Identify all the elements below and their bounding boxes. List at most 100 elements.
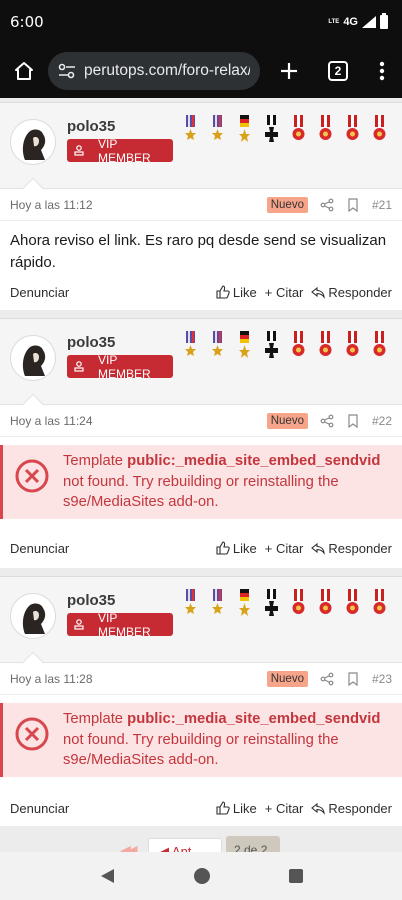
avatar-image (22, 129, 46, 160)
like-button[interactable]: Like (216, 541, 257, 556)
share-icon[interactable] (320, 672, 334, 686)
reply-button[interactable]: Responder (311, 801, 392, 816)
like-label: Like (232, 540, 257, 556)
post-date[interactable]: Hoy a las 11:28 (10, 672, 267, 686)
red-cross-medal-icon[interactable] (345, 331, 360, 361)
avatar[interactable] (10, 119, 56, 165)
thread-content: polo35 VIP MEMBER Hoy a las 11:12 Nuevo … (0, 98, 402, 852)
username[interactable]: polo35 (67, 592, 115, 609)
new-tab-button[interactable] (264, 44, 314, 98)
error-prefix: Template (63, 711, 128, 727)
user-badge-icon (74, 619, 84, 630)
error-suffix: not found. Try rebuilding or reinstallin… (63, 473, 339, 511)
address-bar[interactable]: perutops.com/foro-relax/thr (48, 52, 260, 90)
purple-ribbon-medal-icon[interactable] (210, 115, 225, 145)
reply-button[interactable]: Responder (311, 541, 392, 556)
quote-button[interactable]: + Citar (265, 801, 304, 816)
post-date[interactable]: Hoy a las 11:24 (10, 414, 267, 428)
back-icon[interactable] (98, 867, 116, 885)
avatar[interactable] (10, 593, 56, 639)
new-badge: Nuevo (266, 670, 308, 687)
red-cross-medal-icon[interactable] (291, 115, 306, 145)
post-number[interactable]: #23 (372, 672, 392, 686)
url-text: perutops.com/foro-relax/thr (84, 62, 250, 79)
error-message: Template public:_media_site_embed_sendvi… (63, 451, 394, 513)
red-cross-medal-icon[interactable] (291, 589, 306, 619)
home-circle-icon[interactable] (193, 867, 211, 885)
iron-cross-medal-icon[interactable] (264, 589, 279, 619)
red-cross-medal-icon[interactable] (318, 331, 333, 361)
bookmark-icon[interactable] (346, 413, 360, 428)
tab-switcher-button[interactable]: 2 (314, 44, 362, 98)
medal-list (183, 589, 387, 619)
vip-badge: VIP MEMBER (67, 611, 173, 639)
avatar-image (22, 345, 46, 376)
german-flag-medal-icon[interactable] (237, 115, 252, 145)
avatar-image (22, 603, 46, 634)
share-icon[interactable] (320, 414, 334, 428)
iron-cross-medal-icon[interactable] (264, 331, 279, 361)
post-number[interactable]: #22 (372, 414, 392, 428)
iron-cross-medal-icon[interactable] (264, 115, 279, 145)
red-cross-medal-icon[interactable] (291, 331, 306, 361)
report-link[interactable]: Denunciar (10, 285, 208, 300)
post-meta: Hoy a las 11:24 Nuevo #22 (0, 405, 402, 437)
reply-button[interactable]: Responder (311, 285, 392, 300)
tab-count: 2 (328, 61, 348, 81)
red-cross-medal-icon[interactable] (345, 589, 360, 619)
error-template-name: public:_media_site_embed_sendvid (127, 711, 381, 727)
home-button[interactable] (0, 44, 48, 98)
reply-icon (311, 802, 326, 815)
like-button[interactable]: Like (216, 285, 257, 300)
purple-ribbon-medal-icon[interactable] (210, 331, 225, 361)
red-cross-medal-icon[interactable] (372, 589, 387, 619)
medal-list (183, 115, 387, 145)
quote-button[interactable]: + Citar (265, 541, 304, 556)
status-time: 6:00 (10, 13, 44, 31)
post-actions: Denunciar Like + Citar Responder (0, 277, 402, 307)
german-flag-medal-icon[interactable] (237, 589, 252, 619)
site-settings-icon (58, 63, 75, 79)
status-icons: LTE 4G (328, 13, 388, 29)
reply-label: Responder (328, 284, 392, 300)
avatar[interactable] (10, 335, 56, 381)
reply-label: Responder (328, 540, 392, 556)
post-meta: Hoy a las 11:12 Nuevo #21 (0, 189, 402, 221)
status-bar: 6:00 LTE 4G (0, 0, 402, 44)
purple-ribbon-medal-icon[interactable] (183, 331, 198, 361)
red-cross-medal-icon[interactable] (318, 115, 333, 145)
purple-ribbon-medal-icon[interactable] (183, 589, 198, 619)
purple-ribbon-medal-icon[interactable] (183, 115, 198, 145)
vip-badge-label: VIP MEMBER (97, 352, 151, 381)
battery-icon (380, 13, 388, 29)
browser-menu-button[interactable] (362, 44, 402, 98)
red-cross-medal-icon[interactable] (345, 115, 360, 145)
bookmark-icon[interactable] (346, 197, 360, 212)
recents-icon[interactable] (288, 868, 304, 884)
signal-icon (362, 16, 376, 28)
german-flag-medal-icon[interactable] (237, 331, 252, 361)
system-nav-bar (0, 852, 402, 900)
purple-ribbon-medal-icon[interactable] (210, 589, 225, 619)
network-sub-label: LTE (328, 19, 340, 25)
red-cross-medal-icon[interactable] (318, 589, 333, 619)
red-cross-medal-icon[interactable] (372, 331, 387, 361)
quote-button[interactable]: + Citar (265, 285, 304, 300)
like-button[interactable]: Like (216, 801, 257, 816)
error-message: Template public:_media_site_embed_sendvi… (63, 709, 394, 771)
error-x-icon (15, 717, 49, 751)
report-link[interactable]: Denunciar (10, 801, 208, 816)
share-icon[interactable] (320, 198, 334, 212)
report-link[interactable]: Denunciar (10, 541, 208, 556)
post: polo35 VIP MEMBER Hoy a las 11:24 Nuevo … (0, 318, 402, 568)
red-cross-medal-icon[interactable] (372, 115, 387, 145)
vip-badge: VIP MEMBER (67, 137, 173, 165)
post-date[interactable]: Hoy a las 11:12 (10, 198, 267, 212)
username[interactable]: polo35 (67, 118, 115, 135)
post-meta: Hoy a las 11:28 Nuevo #23 (0, 663, 402, 695)
post-number[interactable]: #21 (372, 198, 392, 212)
username[interactable]: polo35 (67, 334, 115, 351)
bookmark-icon[interactable] (346, 671, 360, 686)
medal-list (183, 331, 387, 361)
user-block: polo35 VIP MEMBER (0, 577, 402, 675)
